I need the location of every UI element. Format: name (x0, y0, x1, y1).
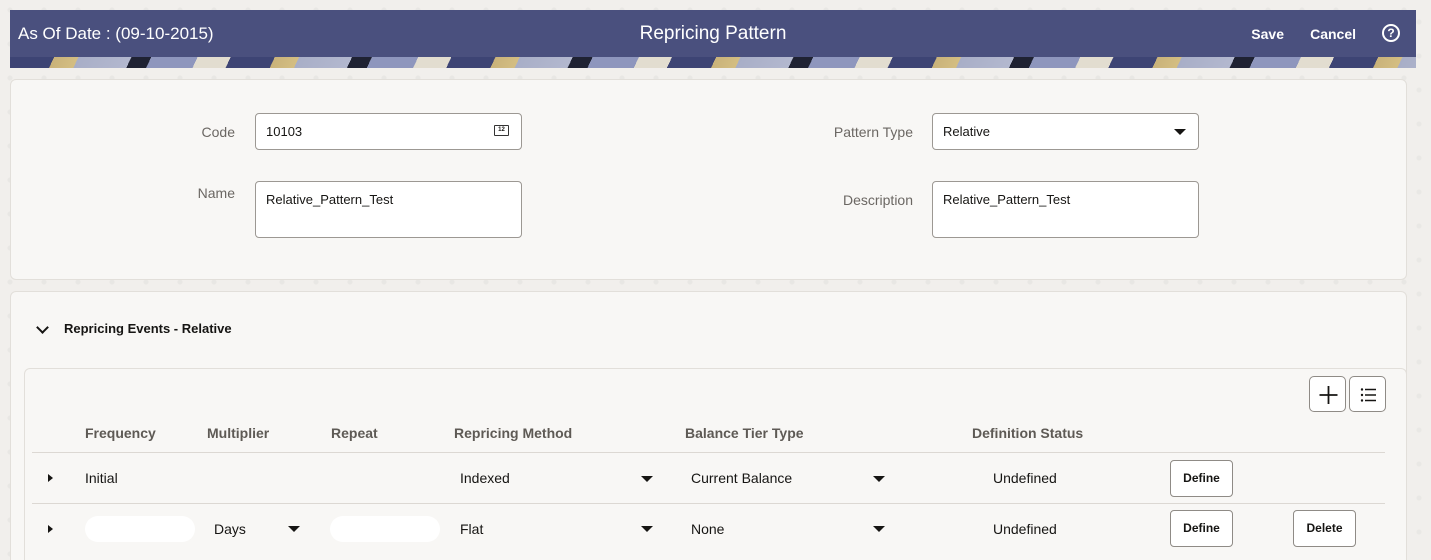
list-icon (1360, 388, 1376, 402)
add-row-button[interactable] (1309, 376, 1346, 412)
column-header-frequency: Frequency (85, 425, 156, 441)
delete-button[interactable]: Delete (1293, 510, 1356, 547)
description-field[interactable]: Relative_Pattern_Test (932, 181, 1199, 238)
code-value: 10103 (266, 124, 303, 139)
page-title: Repricing Pattern (639, 23, 787, 44)
cancel-button[interactable]: Cancel (1310, 26, 1356, 42)
row-2-balance-tier-type[interactable]: None (691, 521, 724, 537)
description-value: Relative_Pattern_Test (943, 192, 1071, 207)
column-header-balance-tier-type: Balance Tier Type (685, 425, 804, 441)
page-header: As Of Date : (09-10-2015) Repricing Patt… (10, 10, 1416, 68)
chevron-down-icon[interactable] (641, 526, 653, 532)
column-header-definition-status: Definition Status (972, 425, 1084, 441)
name-label: Name (197, 185, 235, 201)
pattern-type-select[interactable]: Relative (932, 113, 1199, 150)
pattern-details-card (10, 79, 1407, 280)
plus-icon (1319, 386, 1338, 404)
row-divider (32, 503, 1385, 504)
chevron-down-icon[interactable] (641, 476, 653, 482)
row-1-repricing-method[interactable]: Indexed (460, 470, 510, 486)
header-decorative-stripe (10, 57, 1416, 68)
code-field[interactable]: 10103 12 (255, 113, 522, 150)
row-1-definition-status: Undefined (993, 470, 1057, 486)
repeat-input[interactable] (330, 516, 440, 542)
row-1-frequency: Initial (85, 470, 118, 486)
pattern-type-label: Pattern Type (833, 124, 913, 140)
column-header-repricing-method: Repricing Method (454, 425, 573, 441)
header-bar: As Of Date : (09-10-2015) Repricing Patt… (10, 10, 1416, 57)
name-field[interactable]: Relative_Pattern_Test (255, 181, 522, 238)
calendar-icon[interactable]: 12 (494, 125, 509, 136)
expand-row-icon[interactable] (48, 525, 53, 533)
row-2-repricing-method[interactable]: Flat (460, 521, 483, 537)
column-header-repeat: Repeat (331, 425, 378, 441)
row-1-balance-tier-type[interactable]: Current Balance (691, 470, 792, 486)
chevron-down-icon[interactable] (873, 476, 885, 482)
section-title[interactable]: Repricing Events - Relative (64, 321, 232, 336)
save-button[interactable]: Save (1251, 26, 1284, 42)
frequency-input[interactable] (85, 516, 195, 542)
chevron-down-icon[interactable] (288, 526, 300, 532)
define-button[interactable]: Define (1170, 510, 1233, 547)
list-view-button[interactable] (1349, 376, 1386, 412)
define-button[interactable]: Define (1170, 460, 1233, 497)
chevron-down-icon (1174, 129, 1186, 135)
help-icon[interactable]: ? (1382, 24, 1400, 42)
pattern-type-value: Relative (943, 124, 990, 139)
code-label: Code (201, 124, 235, 140)
row-divider (32, 452, 1385, 453)
row-2-multiplier[interactable]: Days (214, 521, 246, 537)
name-value: Relative_Pattern_Test (266, 192, 394, 207)
description-label: Description (842, 192, 913, 208)
expand-row-icon[interactable] (48, 474, 53, 482)
row-2-definition-status: Undefined (993, 521, 1057, 537)
chevron-down-icon[interactable] (873, 526, 885, 532)
column-header-multiplier: Multiplier (207, 425, 270, 441)
